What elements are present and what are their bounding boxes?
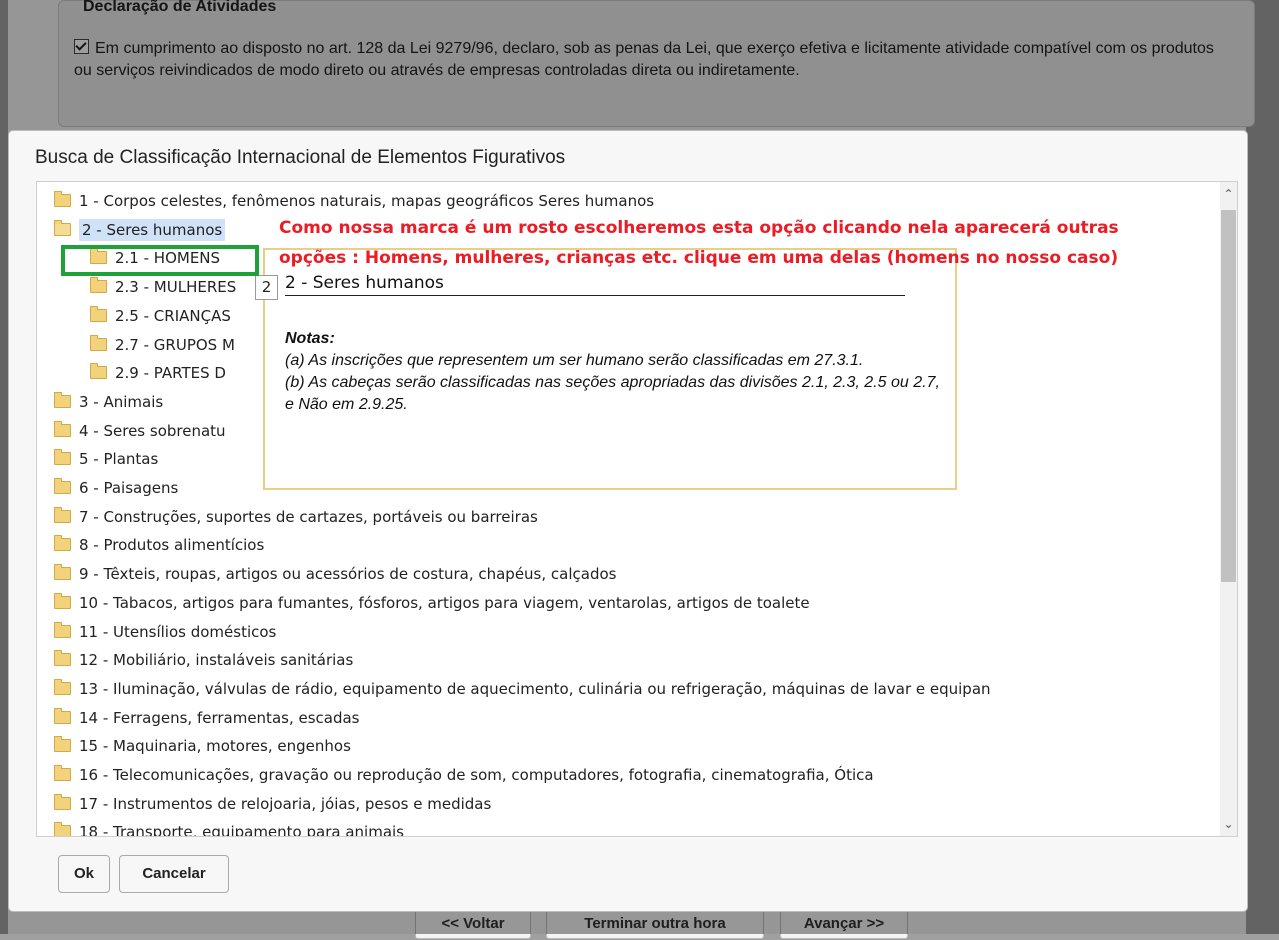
folder-icon [54, 564, 71, 581]
tree-item[interactable]: 2.9 - PARTES D [90, 360, 226, 386]
tree-item-label: 2 - Seres humanos [79, 218, 226, 241]
folder-icon [90, 363, 107, 380]
tree-item[interactable]: 2.3 - MULHERES [90, 274, 236, 300]
folder-icon [54, 650, 71, 667]
tree-item[interactable]: 13 - Iluminação, válvulas de rádio, equi… [54, 676, 991, 702]
folder-icon [54, 191, 71, 207]
tree-item-label: 12 - Mobiliário, instaláveis sanitárias [79, 651, 354, 670]
tooltip-notes-heading: Notas: [285, 330, 335, 347]
tree-item-label: 6 - Paisagens [79, 479, 179, 497]
folder-icon [90, 277, 107, 294]
tree-item[interactable]: 14 - Ferragens, ferramentas, escadas [54, 705, 360, 731]
tree-item[interactable]: 15 - Maquinaria, motores, engenhos [54, 733, 351, 759]
folder-icon [54, 449, 71, 466]
tooltip-note-b: (b) As cabeças serão classificadas nas s… [285, 374, 940, 413]
tree-item[interactable]: 12 - Mobiliário, instaláveis sanitárias [54, 647, 353, 673]
tree-item[interactable]: 6 - Paisagens [54, 475, 178, 501]
folder-icon [54, 736, 71, 753]
tree-item[interactable]: 3 - Animais [54, 389, 163, 415]
folder-open-icon [54, 219, 71, 236]
tree-item[interactable]: 2 - Seres humanos [54, 217, 226, 243]
tree-item-label: 2.5 - CRIANÇAS [115, 306, 231, 325]
tooltip-title: 2 - Seres humanos [285, 273, 905, 296]
tree-item[interactable]: 7 - Construções, suportes de cartazes, p… [54, 504, 538, 530]
tree-item[interactable]: 5 - Plantas [54, 446, 158, 472]
tree-item-label: 4 - Seres sobrenatu [79, 421, 226, 440]
tree-item[interactable]: 9 - Têxteis, roupas, artigos ou acessóri… [54, 561, 616, 587]
tree-item[interactable]: 11 - Utensílios domésticos [54, 619, 276, 645]
cancel-button[interactable]: Cancelar [119, 855, 229, 893]
folder-icon [54, 793, 71, 810]
tree-item[interactable]: 10 - Tabacos, artigos para fumantes, fós… [54, 590, 810, 616]
tooltip-note-a: (a) As inscrições que representem um ser… [285, 352, 864, 369]
tree-item-label: 14 - Ferragens, ferramentas, escadas [79, 708, 360, 727]
folder-icon [90, 334, 107, 351]
tree-item[interactable]: 2.5 - CRIANÇAS [90, 303, 231, 329]
folder-icon [54, 391, 71, 408]
tooltip-number-badge: 2 [255, 275, 278, 300]
annotation-line-1: Como nossa marca é um rosto escolheremos… [279, 218, 1119, 238]
folder-icon [54, 707, 71, 724]
tree-item-label: 2.7 - GRUPOS M [115, 335, 235, 354]
tree-item-label: 1 - Corpos celestes, fenômenos naturais,… [79, 192, 655, 210]
annotation-line-2: opções : Homens, mulheres, crianças etc.… [279, 248, 1119, 268]
tree-item[interactable]: 8 - Produtos alimentícios [54, 532, 264, 558]
tree-item-label: 9 - Têxteis, roupas, artigos ou acessóri… [79, 565, 617, 584]
tree-item-label: 15 - Maquinaria, motores, engenhos [79, 737, 351, 756]
tree-item[interactable]: 17 - Instrumentos de relojoaria, jóias, … [54, 791, 491, 817]
folder-icon [54, 822, 71, 836]
tree-item-label: 17 - Instrumentos de relojoaria, jóias, … [79, 794, 492, 813]
tree-item-label: 7 - Construções, suportes de cartazes, p… [79, 507, 538, 526]
dialog-title: Busca de Classificação Internacional de … [35, 147, 566, 168]
folder-icon [54, 592, 71, 609]
tooltip-notes: Notas: (a) As inscrições que representem… [285, 328, 945, 416]
tree-scrollbar[interactable]: ⌃ ⌄ [1220, 182, 1237, 836]
ok-button[interactable]: Ok [58, 855, 110, 893]
scroll-down-icon[interactable]: ⌄ [1220, 812, 1237, 836]
tree-item-label: 3 - Animais [79, 392, 164, 411]
folder-icon [54, 678, 71, 695]
tree-item[interactable]: 16 - Telecomunicações, gravação ou repro… [54, 762, 874, 788]
tree-item[interactable]: 18 - Transporte, equipamento para animai… [54, 819, 404, 837]
tree-item-label: 8 - Produtos alimentícios [79, 536, 265, 555]
category-tooltip: 2 - Seres humanos Notas: (a) As inscriçõ… [263, 248, 957, 490]
tree-item-label: 18 - Transporte, equipamento para animai… [79, 823, 404, 837]
folder-icon [90, 305, 107, 322]
tree-item[interactable]: 4 - Seres sobrenatu [54, 418, 226, 444]
folder-icon [54, 765, 71, 781]
tree-item[interactable]: 1 - Corpos celestes, fenômenos naturais,… [54, 188, 654, 214]
scroll-up-icon[interactable]: ⌃ [1220, 182, 1237, 206]
folder-icon [54, 506, 71, 523]
highlight-box [61, 245, 259, 276]
folder-icon [54, 420, 71, 437]
tree-item-label: 11 - Utensílios domésticos [79, 622, 277, 641]
tree-item-label: 13 - Iluminação, válvulas de rádio, equi… [79, 679, 991, 698]
tree-item-label: 2.9 - PARTES D [115, 364, 226, 383]
tree-item-label: 16 - Telecomunicações, gravação ou repro… [79, 766, 874, 784]
tree-item[interactable]: 2.7 - GRUPOS M [90, 332, 235, 358]
folder-icon [54, 535, 71, 552]
tree-item-label: 2.3 - MULHERES [115, 278, 237, 297]
folder-icon [54, 478, 71, 494]
folder-icon [54, 621, 71, 638]
tree-item-label: 10 - Tabacos, artigos para fumantes, fós… [79, 593, 810, 612]
tree-item-label: 5 - Plantas [79, 450, 159, 469]
scroll-thumb[interactable] [1221, 210, 1236, 582]
